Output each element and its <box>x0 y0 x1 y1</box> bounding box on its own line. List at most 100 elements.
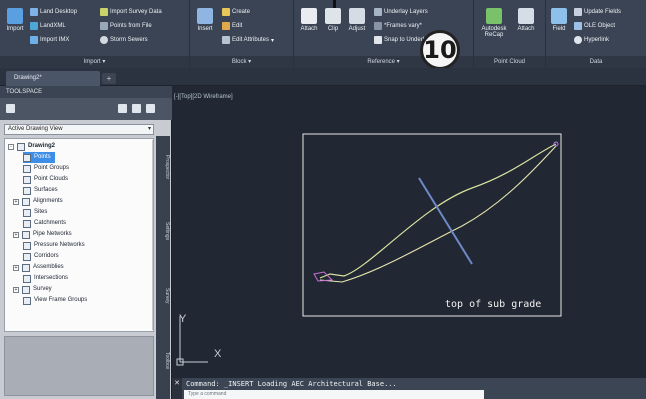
collapse-icon[interactable]: - <box>8 143 14 150</box>
clip-icon <box>325 8 341 24</box>
toolspace-sync-icon[interactable] <box>118 104 127 113</box>
import-panel-title[interactable]: Import ▾ <box>0 56 189 68</box>
assemblies-icon <box>22 263 30 272</box>
adjust-icon <box>349 8 365 24</box>
tree-item-point-clouds[interactable]: Point Clouds <box>23 174 68 185</box>
tree-item-points[interactable]: Points <box>23 152 55 163</box>
import-imx-button[interactable]: Import IMX <box>30 36 69 44</box>
sites-icon <box>23 208 31 217</box>
import-button[interactable]: Import <box>4 8 26 32</box>
ole-object-icon <box>574 22 582 30</box>
point-groups-icon <box>23 164 31 173</box>
expand-icon[interactable]: + <box>13 286 19 293</box>
view-select[interactable]: Active Drawing View ▾ <box>4 124 154 135</box>
land-desktop-button[interactable]: Land Desktop <box>30 8 77 16</box>
ole-object-button[interactable]: OLE Object <box>574 22 615 30</box>
hyperlink-button[interactable]: Hyperlink <box>574 36 609 44</box>
tab-drawing2[interactable]: Drawing2* <box>6 71 100 86</box>
clip-button[interactable]: Clip <box>324 8 342 32</box>
intersections-icon <box>23 274 31 283</box>
drawing-canvas[interactable]: [-][Top][2D Wireframe] top of sub grade … <box>172 86 646 378</box>
ribbon: Import Land Desktop Import Survey Data L… <box>0 0 646 70</box>
underlay-layers-button[interactable]: Underlay Layers <box>374 8 428 16</box>
tree-item-intersections[interactable]: Intersections <box>23 273 68 284</box>
tree-item-sites[interactable]: Sites <box>23 207 47 218</box>
catchments-icon <box>23 219 31 228</box>
toolspace-settings-icon[interactable] <box>6 104 15 113</box>
document-tab-bar: Drawing2* + <box>0 68 646 86</box>
edit-attributes-button[interactable]: Edit Attributes ▾ <box>222 36 274 44</box>
expand-icon[interactable]: + <box>13 231 19 238</box>
command-line: ✕ Command: _INSERT Loading AEC Architect… <box>172 378 646 399</box>
tree-item-assemblies[interactable]: + Assemblies <box>13 262 64 273</box>
item-view-pane <box>4 336 154 396</box>
expand-icon[interactable]: + <box>13 264 19 271</box>
alignments-icon <box>22 197 30 206</box>
survey-icon <box>22 285 30 294</box>
expand-icon[interactable]: + <box>13 198 19 205</box>
toolspace-vertical-tabs: Prospector Settings Survey Toolbox <box>156 136 170 399</box>
underlay-layers-icon <box>374 8 382 16</box>
tree-item-point-groups[interactable]: Point Groups <box>23 163 69 174</box>
new-tab-button[interactable]: + <box>102 73 116 84</box>
toolspace-header: TOOLSPACE <box>0 86 172 98</box>
tree-item-catchments[interactable]: Catchments <box>23 218 66 229</box>
tree-item-corridors[interactable]: Corridors <box>23 251 59 262</box>
toolspace-panel-icon[interactable] <box>132 104 141 113</box>
profile-line-lower <box>319 145 557 283</box>
point-cloud-panel-title[interactable]: Point Cloud <box>474 56 545 68</box>
imx-icon <box>30 36 38 44</box>
autodesk-recap-button[interactable]: Autodesk ReCap <box>480 8 508 38</box>
tree-item-pipe-networks[interactable]: + Pipe Networks <box>13 229 72 240</box>
edit-block-button[interactable]: Edit <box>222 22 242 30</box>
data-panel: Field Update Fields OLE Object Hyperlink… <box>546 0 646 68</box>
chevron-down-icon: ▾ <box>147 126 151 132</box>
corridors-icon <box>23 252 31 261</box>
points-file-icon <box>100 22 108 30</box>
close-icon[interactable]: ✕ <box>172 378 182 399</box>
block-panel: Insert Create Edit Edit Attributes ▾ Blo… <box>190 0 294 68</box>
profile-view-annotation: top of sub grade <box>445 299 542 310</box>
create-block-icon <box>222 8 230 16</box>
tree-scrollbar[interactable] <box>152 140 153 330</box>
update-fields-button[interactable]: Update Fields <box>574 8 621 16</box>
points-from-file-button[interactable]: Points from File <box>100 22 152 30</box>
landxml-icon <box>30 22 38 30</box>
tab-survey[interactable]: Survey <box>156 271 170 321</box>
landxml-button[interactable]: LandXML <box>30 22 66 30</box>
tree-item-drawing2[interactable]: - Drawing2 <box>8 141 55 152</box>
toolspace-help-icon[interactable] <box>146 104 155 113</box>
insert-button[interactable]: Insert <box>194 8 216 32</box>
attach-point-cloud-button[interactable]: Attach <box>514 8 538 32</box>
step-badge: 10 <box>420 30 460 70</box>
create-block-button[interactable]: Create <box>222 8 250 16</box>
data-panel-title[interactable]: Data <box>546 56 646 68</box>
tab-toolbox[interactable]: Toolbox <box>156 336 170 386</box>
tab-prospector[interactable]: Prospector <box>156 142 170 192</box>
point-cloud-attach-icon <box>518 8 534 24</box>
frames-vary-button[interactable]: *Frames vary* <box>374 22 422 30</box>
storm-sewers-button[interactable]: Storm Sewers <box>100 36 148 44</box>
adjust-button[interactable]: Adjust <box>346 8 368 32</box>
import-survey-data-button[interactable]: Import Survey Data <box>100 8 162 16</box>
edit-block-icon <box>222 22 230 30</box>
field-icon <box>551 8 567 24</box>
tree-item-pressure-networks[interactable]: Pressure Networks <box>23 240 85 251</box>
attach-icon <box>301 8 317 24</box>
tree-item-view-frame-groups[interactable]: View Frame Groups <box>23 295 87 306</box>
toolspace-panel: TOOLSPACE Active Drawing View ▾ - Drawin… <box>0 86 172 399</box>
model-space-svg <box>176 133 562 366</box>
profile-view-frame <box>302 133 562 317</box>
tree-item-surfaces[interactable]: Surfaces <box>23 185 58 196</box>
tree-item-alignments[interactable]: + Alignments <box>13 196 63 207</box>
attach-button[interactable]: Attach <box>298 8 320 32</box>
insert-block-icon <box>197 8 213 24</box>
tab-settings[interactable]: Settings <box>156 206 170 256</box>
land-desktop-icon <box>30 8 38 16</box>
profile-line-upper <box>319 143 557 279</box>
command-input[interactable]: Type a command <box>184 390 484 399</box>
storm-sewers-icon <box>100 36 108 44</box>
tree-item-survey[interactable]: + Survey <box>13 284 52 295</box>
block-panel-title[interactable]: Block ▾ <box>190 56 293 68</box>
field-button[interactable]: Field <box>550 8 568 32</box>
